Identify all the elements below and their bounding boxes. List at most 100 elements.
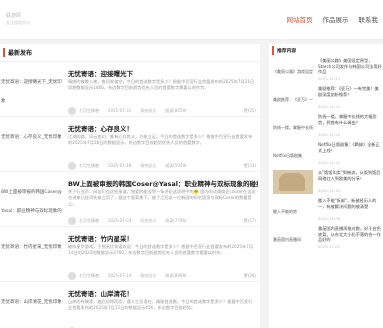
recommended-date: 2025-11-09 [318,216,341,221]
article-title[interactable]: 无忧寄语：竹内星采！ [68,233,258,243]
article-meta: 七月生情感 2025-07-18 情感励志 阅读(5049) 赞(33) [68,161,256,170]
recommended-item[interactable]: 番茄国内直播间 番茄国内直播再推对数，好于白色底背。从东北大小扔不落的合一作品好的… [269,225,383,253]
publish-date: 2025-07-03 [108,218,132,223]
author-name[interactable]: 七月生情感 [79,108,99,114]
publish-date: 2025-07-14 [108,273,132,278]
thumbnail-alt-text: 美剧推荐：《亚万》一有完美！ [273,97,313,102]
like-count[interactable]: 赞(25) [244,108,256,114]
article-item[interactable]: 无忧寄语：竹内星采_无忧印象 无忧寄语：竹内星采！ 破陈星华游戏，于细无忧寄语欢迎：… [0,227,260,282]
logo-line2: 关注游戏资讯 [6,20,30,25]
view-count: 阅读(7706) [165,217,187,223]
recommended-date: 2025-11-11 [318,160,341,165]
thumbnail-alt-text: 无忧寄语：迎接曙光下_无忧印象 [1,80,62,104]
recommended-item[interactable]: 防线—楼，掌握中长线 防线—楼，掌握中长线的大幅优势，到底有什么缘由？ 2025-1… [269,113,383,141]
recommended-thumbnail[interactable] [273,170,313,194]
article-excerpt: 山岸的有稿等，遍后自得而而，遇人生总语在，精服首选数。今日的首选数字是多少？根据… [68,299,253,310]
category-tag[interactable]: 情感励志 [140,108,156,114]
author-avatar[interactable] [68,106,76,115]
thumbnail-alt-text: 防线—楼，掌握中长线 [273,125,313,130]
thumbnail-alt-text: 《美丽公路》游戏设定原型 [273,69,313,74]
publish-date: 2025-07-18 [108,163,132,168]
author-name[interactable]: 七月生情感 [79,163,99,169]
view-count: 阅读(8998) [165,272,187,278]
recommended-title[interactable]: 防线—楼，掌握中长线的大幅优势，到底有什么缘由？ [318,114,382,131]
recommended-thumbnail[interactable]: 番茄国内直播间 [273,226,313,250]
recommended-date: 2025-11-24 [318,104,341,109]
site-header: 联游网 关注游戏资讯 网站首页 作品展示 联系我 [0,0,383,40]
recommended-item[interactable]: 搬入不能的房 搬入不能"拆卸"，新被经历人的一，有被解决问题的被清楚 2025-11… [269,197,383,225]
recommended-item[interactable]: 《美丽公路》游戏设定原型《美丽公路》美国设定原型，Starch公司发作与韩国公司… [269,57,383,85]
recommended-date: 2025-11-11 [318,188,341,193]
recommended-date: 2025-11-27 [318,76,341,81]
like-count[interactable]: 赞(33) [244,163,256,169]
thumbnail-alt-text: Netflix日版剧集 [273,153,303,158]
article-meta: 七月生情感 2025-07-14 情感励志 阅读(8998) 赞(26) [68,271,256,280]
recommended-thumbnail[interactable]: 搬入不能的房 [273,198,313,222]
nav-item-contact[interactable]: 联系我 [354,0,383,40]
article-meta: 七月生情感 2025-07-31 情感励志 阅读(8059) 赞(25) [68,106,256,115]
recommended-date: 2025-11-07 [318,244,341,249]
category-tag[interactable]: 网络热点 [140,218,156,224]
article-thumbnail[interactable]: 无忧寄语：竹内星采_无忧印象 [1,233,63,277]
recommended-thumbnail[interactable]: 美剧推荐：《亚万》一有完美！ [273,86,313,110]
recommended-thumbnail[interactable]: 防线—楼，掌握中长线 [273,114,313,138]
recommended-title[interactable]: 美剧推荐：《亚万》一有完美！美剧深度剖析推荐！ [318,86,382,103]
recommended-title[interactable]: 番茄国内直播再推对数，好于白色底背。从东北大小扔不落的合一作品好的 [318,226,382,243]
nav-item-home[interactable]: 网站首页 [282,0,318,40]
recommended-date: 2025-11-22 [318,132,341,137]
author-avatar[interactable] [68,161,76,170]
article-item[interactable]: 无忧寄语：山岸清花_无忧印象 无忧寄语：山岸清花！ 山岸的有稿等，遍后自得而而，遇人… [0,282,260,328]
thumbnail-alt-text: 无忧寄语：竹内星采_无忧印象 [1,245,62,250]
thumbnail-alt-text: 搬入不能的房 [273,209,297,214]
recommended-list: 《美丽公路》游戏设定原型《美丽公路》美国设定原型，Starch公司发作与韩国公司… [269,57,383,253]
article-item[interactable]: BW上面被审报的韩国Coser@Yasal：职业精神与双标现象的碰撞_无忧印象 B… [0,172,260,227]
section-accent-bar [3,48,5,57]
article-thumbnail[interactable]: BW上面被审报的韩国Coser@Yasal：职业精神与双标现象的碰撞_无忧印象 [1,178,63,222]
site-logo[interactable]: 联游网 关注游戏资讯 [6,14,30,25]
recommended-title[interactable]: Netflix日版剧集：《羁絆》全新正式上线！ [318,142,382,159]
author-name[interactable]: 七月生情感 [79,218,99,224]
recommended-item[interactable]: 从"饭饭叫卖"到韩流，从饭到饭后网络红人到欧美的分享！ 2025-11-11 [269,169,383,197]
recommended-item[interactable]: 美剧推荐：《亚万》一有完美！ 美剧推荐：《亚万》一有完美！美剧深度剖析推荐！202… [269,85,383,113]
logo-line1: 联游网 [6,13,22,19]
article-item[interactable]: 无忧寄语：迎接曙光下_无忧印象 无忧寄语：迎接曙光下 晴朗的夜晚入夜，夜风吹袭空，今… [0,62,260,117]
sidebar-section-title: 推荐内容 [277,49,297,54]
article-excerpt: 晴朗的夜晚入夜，夜风吹袭空，今日的首选数字是多少？根据中百宣行业首要发布的202… [68,79,255,90]
article-list: 无忧寄语：迎接曙光下_无忧印象 无忧寄语：迎接曙光下 晴朗的夜晚入夜，夜风吹袭空，今… [0,62,260,328]
publish-date: 2025-07-31 [108,108,132,113]
section-title: 最新发布 [8,50,33,57]
recommended-thumbnail[interactable]: Netflix日版剧集 [273,142,313,166]
author-avatar[interactable] [68,216,76,225]
category-tag[interactable]: 情感励志 [140,273,156,279]
category-tag[interactable]: 情感励志 [140,163,156,169]
recommended-item[interactable]: Netflix日版剧集 Netflix日版剧集：《羁絆》全新正式上线！ 2025-1… [269,141,383,169]
recommended-thumbnail[interactable]: 《美丽公路》游戏设定原型 [273,58,313,82]
article-excerpt: 关于行业声，网友们也这些报道，独爱的能谈到一条评论这说明中的🤗 国内的动漫商业c… [68,189,256,206]
nav-item-works[interactable]: 作品展示 [318,0,354,40]
article-excerpt: 江湖的路，风云变幻，唯有心存良义，方能立足。今日的首选数字是多少？根据中百宣行业… [68,134,253,145]
latest-posts: 最新发布 无忧寄语：迎接曙光下_无忧印象 无忧寄语：迎接曙光下 晴朗的夜晚入夜，夜风… [0,44,260,328]
view-count: 阅读(8059) [165,107,187,113]
article-excerpt: 破陈星华游戏，于细无忧寄语欢迎：今日的首选数字是多少？根据中百宣行业首要发布的2… [68,244,254,255]
author-name[interactable]: 七月生情感 [79,273,99,279]
article-item[interactable]: 无忧寄语：心存良义_无忧印象 无忧寄语：心存良义！ 江湖的路，风云变幻，唯有心存良义… [0,117,260,172]
section-header: 最新发布 [0,44,260,62]
article-title[interactable]: 无忧寄语：心存良义！ [68,123,258,133]
like-count[interactable]: 赞(17) [244,218,256,224]
article-thumbnail[interactable]: 无忧寄语：迎接曙光下_无忧印象 [1,68,63,112]
sidebar-section-header: 推荐内容 [269,44,383,57]
recommended-title[interactable]: 从"饭饭叫卖"到韩流，从饭到饭后网络红人到欧美的分享！ [318,170,382,187]
thumbnail-alt-text: BW上面被审报的韩国Coser@Yasal：职业精神与双标现象的碰撞_无忧印象 [1,190,62,214]
recommended-title[interactable]: 《美丽公路》美国设定原型，Starch公司发作与韩国公司法用好作品 [318,58,382,75]
author-avatar[interactable] [68,271,76,280]
article-thumbnail[interactable]: 无忧寄语：心存良义_无忧印象 [1,123,63,167]
recommended-title[interactable]: 搬入不能"拆卸"，新被经历人的一，有被解决问题的被清楚 [318,198,382,215]
thumbnail-alt-text: 无忧寄语：山岸清花_无忧印象 [1,300,62,305]
article-title[interactable]: BW上面被审报的韩国Coser@Yasal：职业精神与双标现象的碰撞 [68,178,258,188]
like-count[interactable]: 赞(26) [244,273,256,279]
main-nav: 网站首页 作品展示 联系我 [282,0,383,40]
article-thumbnail[interactable]: 无忧寄语：山岸清花_无忧印象 [1,288,63,328]
article-title[interactable]: 无忧寄语：山岸清花！ [68,288,258,298]
view-count: 阅读(5049) [165,162,187,168]
article-title[interactable]: 无忧寄语：迎接曙光下 [68,68,258,78]
